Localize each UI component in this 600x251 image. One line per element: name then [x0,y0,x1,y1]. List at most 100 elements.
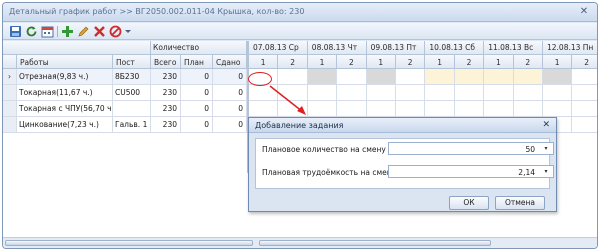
schedule-cell[interactable] [425,69,455,85]
row-selector[interactable] [3,101,17,117]
done-column-header[interactable]: Сдано [213,55,247,69]
cancel-icon[interactable] [109,25,122,38]
work-name-cell[interactable]: Токарная(11,67 ч.) [17,85,113,101]
schedule-cell[interactable] [454,85,485,101]
window-title: Детальный график работ >> ВГ2050.002.011… [9,7,305,16]
calendar-icon[interactable] [41,25,54,38]
schedule-cell[interactable] [543,101,573,117]
schedule-cell[interactable] [484,85,514,101]
row-selector[interactable] [3,85,17,101]
delete-icon[interactable] [93,25,106,38]
refresh-icon[interactable] [25,25,38,38]
work-name-cell[interactable]: Цинкование(7,23 ч.) [17,117,113,133]
row-selector[interactable] [3,117,17,133]
work-name-cell[interactable]: Токарная с ЧПУ(56,70 ч.) [17,101,113,117]
left-scroll-thumb[interactable] [5,240,253,246]
schedule-cell[interactable] [307,85,338,101]
schedule-cell[interactable] [425,85,455,101]
date-column-header: 08.08.13 Чт [307,41,367,55]
horizontal-scrollbar[interactable] [3,237,597,248]
done-cell[interactable]: 0 [213,69,247,85]
plan-cell[interactable]: 0 [181,85,213,101]
schedule-cell[interactable] [337,85,367,101]
schedule-cell[interactable] [484,101,514,117]
schedule-cell[interactable] [513,101,543,117]
schedule-cell[interactable] [396,85,426,101]
total-cell[interactable]: 230 [151,69,181,85]
done-cell[interactable]: 0 [213,117,247,133]
shift-column-header: 1 [366,55,396,69]
toolbar-separator [57,26,58,37]
post-cell[interactable]: Гальв. 1 [113,117,151,133]
planned-quantity-field[interactable]: 50 ▾ [388,142,554,155]
total-cell[interactable]: 230 [151,85,181,101]
done-cell[interactable]: 0 [213,101,247,117]
total-cell[interactable]: 230 [151,101,181,117]
planned-labor-field[interactable]: 2,14 ▾ [388,165,554,178]
schedule-cell[interactable] [278,101,308,117]
window-close-button[interactable]: ✕ [577,5,591,19]
plan-column-header[interactable]: План [181,55,213,69]
post-column-header[interactable]: Пост [113,55,151,69]
shift-column-header: 2 [337,55,367,69]
post-cell[interactable]: 8Б230 [113,69,151,85]
save-icon[interactable] [9,25,22,38]
schedule-cell[interactable] [337,69,367,85]
dropdown-icon[interactable] [124,25,132,38]
plan-cell[interactable]: 0 [181,101,213,117]
schedule-cell[interactable] [366,85,396,101]
shift-column-header: 2 [396,55,426,69]
schedule-cell[interactable] [337,101,367,117]
date-column-header: 10.08.13 Сб [425,41,485,55]
plan-cell[interactable]: 0 [181,69,213,85]
date-column-header: 12.08.13 Пн [543,41,597,55]
cancel-button[interactable]: Отмена [495,196,545,210]
schedule-cell[interactable] [307,69,338,85]
right-scroll-thumb[interactable] [259,240,491,246]
schedule-cell[interactable] [366,69,396,85]
date-column-header: 11.08.13 Вс [484,41,543,55]
schedule-cell[interactable] [396,101,426,117]
schedule-cell[interactable] [278,85,308,101]
edit-icon[interactable] [77,25,90,38]
total-column-header[interactable]: Всего [151,55,181,69]
schedule-cell[interactable] [396,69,426,85]
schedule-cell[interactable] [454,101,485,117]
plan-cell[interactable]: 0 [181,117,213,133]
dialog-close-button[interactable]: ✕ [542,120,550,130]
row-selector[interactable]: › [3,69,17,85]
title-bar: Детальный график работ >> ВГ2050.002.011… [3,3,597,22]
post-cell[interactable]: CU500 [113,85,151,101]
schedule-cell[interactable] [513,85,543,101]
shift-column-header: 2 [278,55,308,69]
total-cell[interactable]: 230 [151,117,181,133]
schedule-cell[interactable] [484,69,514,85]
schedule-cell[interactable] [572,69,597,85]
dialog-title-bar: Добавление задания ✕ [249,118,556,133]
schedule-cell[interactable] [307,101,338,117]
schedule-cell[interactable] [278,69,308,85]
work-name-cell[interactable]: Отрезная(9,83 ч.) [17,69,113,85]
schedule-cell[interactable] [572,85,597,101]
works-column-header[interactable]: Работы [17,55,113,69]
post-cell[interactable] [113,101,151,117]
schedule-cell[interactable] [543,69,573,85]
schedule-cell[interactable] [572,101,597,117]
ok-button[interactable]: ОК [449,196,489,210]
chevron-down-icon[interactable]: ▾ [539,166,553,177]
schedule-cell[interactable] [366,101,396,117]
schedule-cell[interactable] [513,69,543,85]
schedule-cell[interactable] [454,69,485,85]
add-icon[interactable] [61,25,74,38]
schedule-cell[interactable] [572,117,597,133]
schedule-cell[interactable] [249,101,279,117]
schedule-cell[interactable] [543,85,573,101]
done-cell[interactable]: 0 [213,85,247,101]
chevron-down-icon[interactable]: ▾ [539,143,553,154]
shift-column-header: 1 [249,55,279,69]
date-column-header: 09.08.13 Пт [366,41,426,55]
shift-column-header: 2 [513,55,543,69]
schedule-cell[interactable] [425,101,455,117]
schedule-cell[interactable] [249,85,279,101]
row-marker-header [3,55,17,69]
